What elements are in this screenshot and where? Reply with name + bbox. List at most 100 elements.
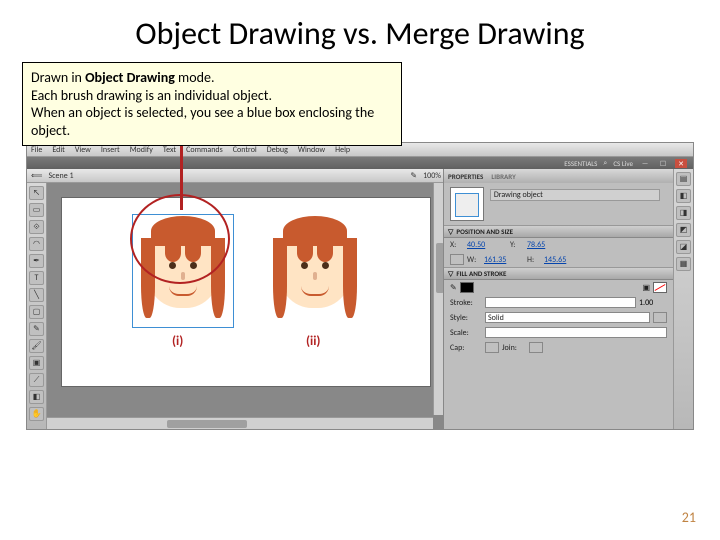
eye-icon bbox=[301, 262, 308, 269]
h-value[interactable]: 145.65 bbox=[544, 255, 584, 265]
dock-icon[interactable]: ◪ bbox=[676, 240, 691, 254]
menu-text[interactable]: Text bbox=[163, 145, 176, 155]
tab-library[interactable]: LIBRARY bbox=[491, 172, 515, 181]
stroke-value[interactable]: 1.00 bbox=[639, 298, 667, 308]
style-label: Style: bbox=[450, 313, 482, 323]
back-icon[interactable]: ⟸ bbox=[31, 171, 42, 181]
nose-icon bbox=[313, 272, 317, 280]
stage-area: (i) (ii) bbox=[47, 183, 445, 429]
text-tool-icon[interactable]: T bbox=[29, 271, 44, 285]
panel-tabs: PROPERTIES LIBRARY bbox=[444, 169, 673, 183]
menu-control[interactable]: Control bbox=[233, 145, 257, 155]
menu-insert[interactable]: Insert bbox=[101, 145, 120, 155]
y-value[interactable]: 78.65 bbox=[527, 240, 567, 250]
horizontal-scrollbar[interactable] bbox=[47, 417, 433, 429]
free-transform-tool-icon[interactable]: ⟐ bbox=[29, 220, 44, 234]
hair-icon bbox=[343, 238, 357, 318]
eyedropper-tool-icon[interactable]: ⟋ bbox=[29, 373, 44, 387]
w-value[interactable]: 161.35 bbox=[484, 255, 524, 265]
tab-properties[interactable]: PROPERTIES bbox=[448, 172, 483, 181]
callout-box: Drawn in Object Drawing mode. Each brush… bbox=[22, 62, 402, 146]
cs-live-button[interactable]: CS Live bbox=[613, 159, 633, 168]
tools-panel: ↖ ▭ ⟐ ◠ ✒ T ╲ ▢ ✎ 🖌 ▣ ⟋ ◧ ✋ bbox=[27, 183, 47, 429]
bucket-icon: ▣ bbox=[642, 283, 650, 293]
collapsed-panels-dock: ▤ ◧ ◨ ◩ ◪ ▦ bbox=[673, 169, 693, 429]
drawing-object-ii[interactable] bbox=[272, 222, 358, 308]
stroke-label: Stroke: bbox=[450, 298, 482, 308]
edit-style-icon[interactable] bbox=[653, 312, 667, 323]
section-fill-stroke[interactable]: ▽FILL AND STROKE bbox=[444, 267, 673, 280]
pencil-icon: ✎ bbox=[450, 283, 457, 293]
maximize-icon[interactable]: ☐ bbox=[657, 159, 669, 168]
scene-name[interactable]: Scene 1 bbox=[48, 171, 73, 181]
scene-bar: ⟸ Scene 1 ✎ 100% bbox=[27, 169, 445, 183]
callout-line-1: Drawn in Object Drawing mode. bbox=[31, 69, 393, 87]
page-number: 21 bbox=[682, 509, 696, 526]
canvas[interactable]: (i) (ii) bbox=[61, 197, 431, 387]
dock-icon[interactable]: ◩ bbox=[676, 223, 691, 237]
workspace-switcher[interactable]: ESSENTIALS bbox=[564, 159, 597, 168]
face-shape bbox=[277, 222, 353, 308]
mouth-icon bbox=[301, 286, 329, 296]
subselection-tool-icon[interactable]: ▭ bbox=[29, 203, 44, 217]
cap-dropdown[interactable] bbox=[485, 342, 499, 353]
scale-dropdown[interactable] bbox=[485, 327, 667, 338]
menu-debug[interactable]: Debug bbox=[267, 145, 288, 155]
eye-icon bbox=[322, 262, 329, 269]
dock-icon[interactable]: ▤ bbox=[676, 172, 691, 186]
callout-line-2: Each brush drawing is an individual obje… bbox=[31, 87, 393, 105]
eraser-tool-icon[interactable]: ◧ bbox=[29, 390, 44, 404]
lasso-tool-icon[interactable]: ◠ bbox=[29, 237, 44, 251]
menu-help[interactable]: Help bbox=[335, 145, 350, 155]
rectangle-tool-icon[interactable]: ▢ bbox=[29, 305, 44, 319]
menu-commands[interactable]: Commands bbox=[186, 145, 223, 155]
h-label: H: bbox=[527, 255, 541, 265]
mouth-icon bbox=[169, 286, 197, 296]
hair-icon bbox=[273, 238, 287, 318]
menu-edit[interactable]: Edit bbox=[52, 145, 65, 155]
join-dropdown[interactable] bbox=[529, 342, 543, 353]
hand-tool-icon[interactable]: ✋ bbox=[29, 407, 44, 421]
dock-icon[interactable]: ◧ bbox=[676, 189, 691, 203]
callout-line-3: When an object is selected, you see a bl… bbox=[31, 104, 393, 139]
properties-panel: PROPERTIES LIBRARY Drawing object ▽POSIT… bbox=[443, 169, 673, 429]
x-value[interactable]: 40.50 bbox=[467, 240, 507, 250]
menu-file[interactable]: File bbox=[31, 145, 42, 155]
menu-modify[interactable]: Modify bbox=[130, 145, 153, 155]
join-label: Join: bbox=[502, 343, 526, 353]
figure-label-ii: (ii) bbox=[306, 334, 321, 349]
line-tool-icon[interactable]: ╲ bbox=[29, 288, 44, 302]
dock-icon[interactable]: ▦ bbox=[676, 257, 691, 271]
scale-label: Scale: bbox=[450, 328, 482, 338]
search-icon[interactable]: ⌕ bbox=[603, 158, 607, 168]
dock-icon[interactable]: ◨ bbox=[676, 206, 691, 220]
selection-tool-icon[interactable]: ↖ bbox=[29, 186, 44, 200]
paint-bucket-tool-icon[interactable]: ▣ bbox=[29, 356, 44, 370]
hair-icon bbox=[317, 244, 333, 262]
pen-tool-icon[interactable]: ✒ bbox=[29, 254, 44, 268]
y-label: Y: bbox=[510, 240, 524, 250]
object-thumbnail-icon bbox=[450, 187, 484, 221]
zoom-value[interactable]: 100% bbox=[423, 171, 441, 181]
figure-label-i: (i) bbox=[172, 334, 183, 349]
workspace-band: ESSENTIALS ⌕ CS Live — ☐ ✕ bbox=[27, 157, 693, 169]
stroke-slider[interactable] bbox=[485, 297, 636, 308]
twirl-icon: ▽ bbox=[448, 269, 453, 278]
w-label: W: bbox=[467, 255, 481, 265]
pencil-tool-icon[interactable]: ✎ bbox=[29, 322, 44, 336]
hair-icon bbox=[297, 244, 313, 262]
close-icon[interactable]: ✕ bbox=[675, 159, 687, 168]
stroke-color-swatch[interactable] bbox=[460, 282, 474, 293]
fill-color-swatch[interactable] bbox=[653, 282, 667, 293]
hair-icon bbox=[283, 216, 347, 246]
menu-view[interactable]: View bbox=[75, 145, 91, 155]
object-type-label: Drawing object bbox=[490, 189, 660, 201]
edit-scene-icon[interactable]: ✎ bbox=[410, 171, 417, 181]
brush-tool-icon[interactable]: 🖌 bbox=[29, 339, 44, 353]
section-position-size[interactable]: ▽POSITION AND SIZE bbox=[444, 225, 673, 238]
minimize-icon[interactable]: — bbox=[639, 159, 651, 168]
menu-window[interactable]: Window bbox=[298, 145, 325, 155]
lock-aspect-icon[interactable] bbox=[450, 254, 464, 265]
style-dropdown[interactable]: Solid bbox=[485, 312, 650, 323]
slide-title: Object Drawing vs. Merge Drawing bbox=[0, 0, 720, 59]
